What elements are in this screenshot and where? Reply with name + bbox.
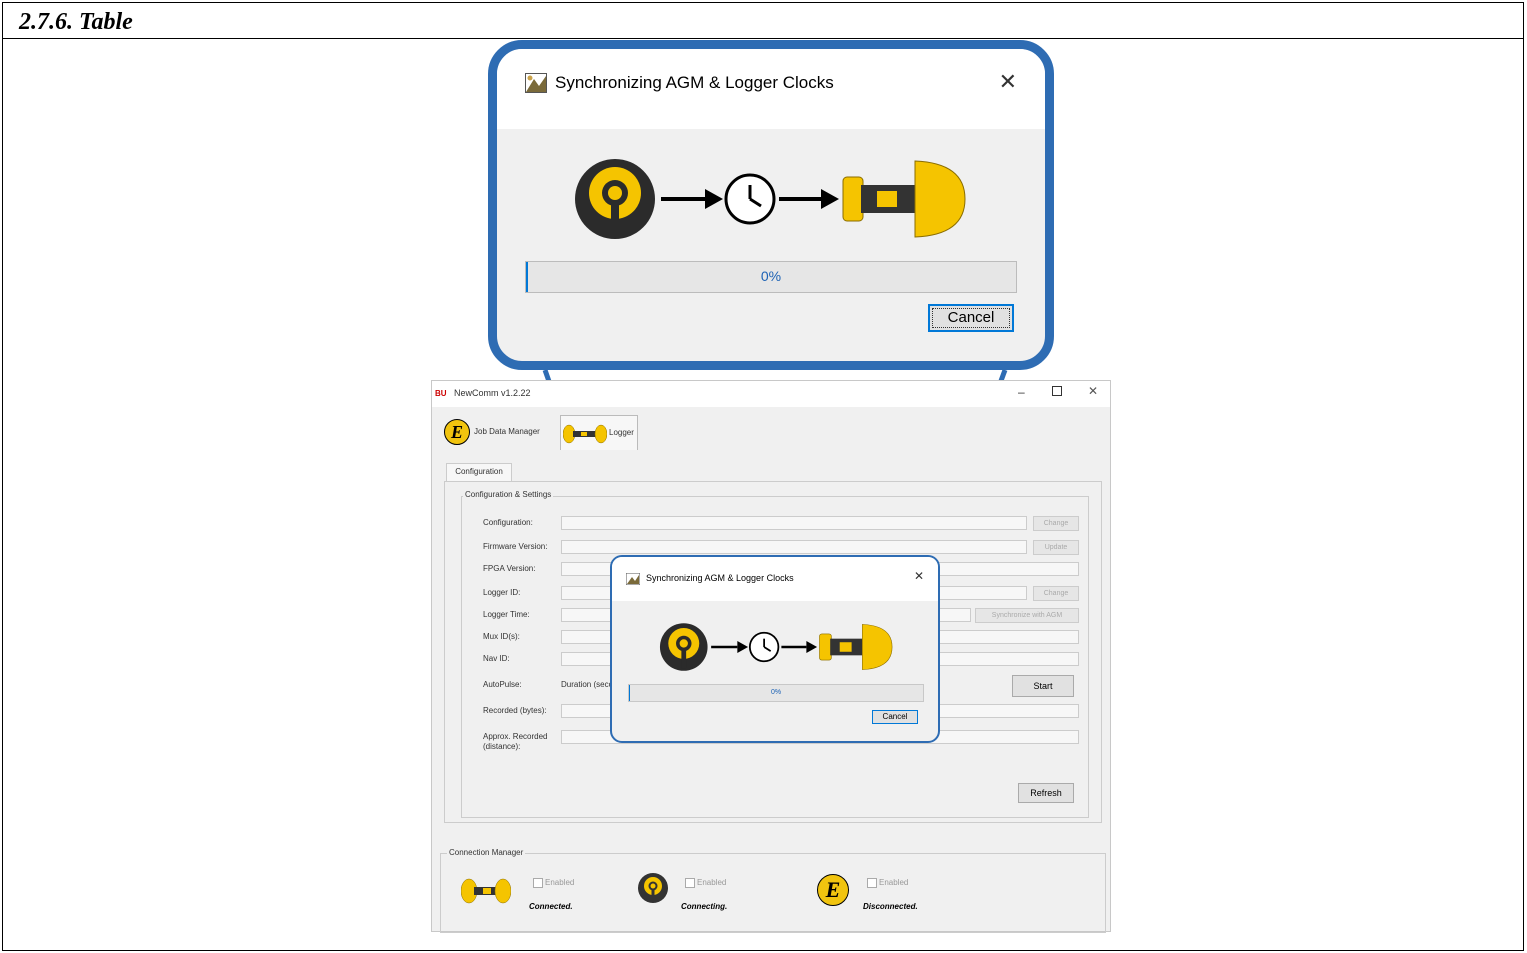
row-label: Nav ID:: [483, 654, 510, 663]
synchronize-with-agm-button[interactable]: Synchronize with AGM: [975, 608, 1079, 623]
close-icon[interactable]: ✕: [914, 569, 924, 583]
dialog-title: Synchronizing AGM & Logger Clocks: [555, 73, 834, 92]
sync-flow-diagram: [659, 623, 893, 671]
enabled-checkbox[interactable]: [867, 878, 877, 888]
tab-logger[interactable]: Logger: [560, 415, 638, 450]
sync-progress-bar: 0%: [628, 684, 924, 702]
connection-item-logger: Enabled Connected.: [461, 872, 601, 924]
tab-job-data-manager[interactable]: E Job Data Manager: [444, 417, 562, 447]
window-title: NewComm v1.2.22: [454, 388, 531, 398]
tab-label: Logger: [609, 428, 634, 437]
row-label: Configuration:: [483, 518, 533, 527]
minimize-button[interactable]: –: [1018, 385, 1025, 399]
connection-item-agm: Enabled Connecting.: [637, 872, 777, 924]
connection-manager-title: Connection Manager: [447, 848, 526, 857]
update-firmware-button[interactable]: Update: [1033, 540, 1079, 555]
row-label: Firmware Version:: [483, 542, 548, 551]
dialog-app-icon: [626, 573, 640, 585]
start-button[interactable]: Start: [1012, 675, 1074, 697]
enabled-label: Enabled: [879, 878, 909, 887]
sync-progress-bar: 0%: [525, 261, 1017, 293]
arrow-right-icon: [705, 189, 723, 209]
enabled-label: Enabled: [545, 878, 575, 887]
row-label: Approx. Recorded (distance):: [483, 732, 548, 751]
row-label: Recorded (bytes):: [483, 706, 547, 715]
e-badge-icon: E: [444, 419, 470, 445]
configuration-field[interactable]: [561, 516, 1027, 530]
tab-configuration[interactable]: Configuration: [446, 463, 512, 482]
sync-flow-diagram: [575, 159, 966, 239]
connection-item-job-data: E Enabled Disconnected.: [817, 872, 967, 924]
progress-percent: 0%: [760, 268, 782, 284]
row-label: Logger Time:: [483, 610, 530, 619]
row-label: AutoPulse:: [483, 680, 522, 689]
agm-icon: [638, 873, 668, 903]
e-badge-icon: E: [817, 874, 849, 906]
logger-icon: [842, 176, 864, 222]
sync-dialog-zoomed: Synchronizing AGM & Logger Clocks ✕ 0% C…: [488, 40, 1054, 370]
sync-dialog-small: Synchronizing AGM & Logger Clocks ✕ 0% C…: [610, 555, 940, 743]
row-label: FPGA Version:: [483, 564, 536, 573]
enabled-checkbox[interactable]: [685, 878, 695, 888]
arrow-right-icon: [821, 189, 839, 209]
connection-manager: Connection Manager Enabled Connected. En…: [440, 848, 1106, 933]
enabled-checkbox[interactable]: [533, 878, 543, 888]
row-label: Mux ID(s):: [483, 632, 520, 641]
app-logo: BU: [435, 389, 447, 398]
maximize-button[interactable]: [1052, 386, 1062, 396]
dialog-app-icon: [525, 73, 547, 93]
connection-status: Connecting.: [681, 902, 728, 911]
close-button[interactable]: ✕: [1088, 384, 1098, 398]
dialog-title-bar: Synchronizing AGM & Logger Clocks ✕: [612, 557, 938, 601]
cancel-button[interactable]: Cancel: [872, 710, 918, 724]
dialog-title: Synchronizing AGM & Logger Clocks: [646, 573, 794, 583]
dialog-title-bar: Synchronizing AGM & Logger Clocks ✕: [497, 49, 1045, 129]
logger-icon: [563, 424, 607, 444]
enabled-label: Enabled: [697, 878, 727, 887]
logger-icon: [461, 878, 511, 904]
close-icon[interactable]: ✕: [999, 69, 1017, 95]
change-logger-id-button[interactable]: Change: [1033, 586, 1079, 601]
cancel-button[interactable]: Cancel: [928, 304, 1014, 332]
title-bar: BU NewComm v1.2.22 – ✕: [432, 381, 1110, 407]
progress-percent: 0%: [770, 689, 782, 696]
change-configuration-button[interactable]: Change: [1033, 516, 1079, 531]
row-label: Logger ID:: [483, 588, 521, 597]
connection-status: Disconnected.: [863, 902, 918, 911]
firmware-version-field[interactable]: [561, 540, 1027, 554]
refresh-button[interactable]: Refresh: [1018, 783, 1074, 803]
connection-status: Connected.: [529, 902, 573, 911]
group-title: Configuration & Settings: [463, 490, 554, 499]
tab-label: Job Data Manager: [474, 427, 540, 436]
